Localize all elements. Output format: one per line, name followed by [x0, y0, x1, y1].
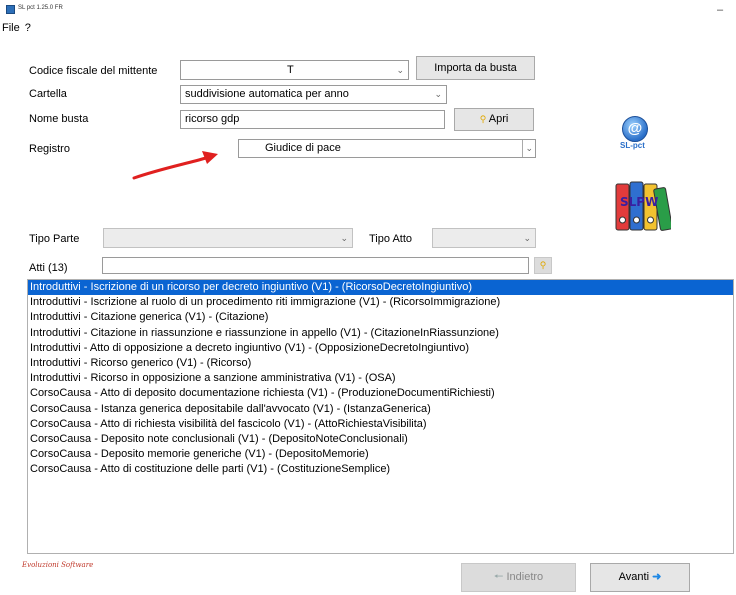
chevron-down-icon: ⌄: [434, 89, 442, 99]
avanti-button[interactable]: Avanti ➜: [590, 563, 690, 592]
tipo-atto-select[interactable]: ⌄: [432, 228, 536, 248]
search-icon: ⚲: [479, 114, 487, 124]
arrow-left-icon: 🠔: [493, 571, 504, 583]
slpct-logo-icon: @: [622, 116, 648, 142]
list-item[interactable]: CorsoCausa - Atto di costituzione delle …: [28, 462, 733, 477]
indietro-button[interactable]: 🠔 Indietro: [461, 563, 576, 592]
registro-label: Registro: [29, 143, 70, 155]
codice-fiscale-value: T: [287, 64, 294, 76]
tipo-atto-label: Tipo Atto: [369, 233, 413, 245]
list-item[interactable]: CorsoCausa - Atto di richiesta visibilit…: [28, 417, 733, 432]
list-item[interactable]: Introduttivi - Atto di opposizione a dec…: [28, 341, 733, 356]
atti-list[interactable]: Introduttivi - Iscrizione di un ricorso …: [27, 279, 734, 554]
registro-select[interactable]: Giudice di pace ⌄: [238, 139, 536, 158]
title-bar: SL pct 1.25.0 FR –: [0, 0, 736, 20]
nome-busta-label: Nome busta: [29, 113, 89, 125]
list-item[interactable]: Introduttivi - Citazione generica (V1) -…: [28, 310, 733, 325]
search-icon: ⚲: [539, 260, 547, 270]
atti-search-button[interactable]: ⚲: [534, 257, 552, 274]
arrow-right-icon: ➜: [652, 571, 662, 583]
chevron-down-icon: ⌄: [522, 140, 533, 157]
list-item[interactable]: Introduttivi - Iscrizione di un ricorso …: [28, 280, 733, 296]
menu-bar: File ?: [0, 22, 31, 34]
minimize-button[interactable]: –: [717, 4, 723, 16]
red-arrow-annotation: [132, 151, 218, 180]
codice-fiscale-label: Codice fiscale del mittente: [29, 65, 158, 77]
list-item[interactable]: Introduttivi - Iscrizione al ruolo di un…: [28, 295, 733, 310]
cartella-select[interactable]: suddivisione automatica per anno ⌄: [180, 85, 447, 104]
list-item[interactable]: CorsoCausa - Istanza generica depositabi…: [28, 402, 733, 417]
chevron-down-icon: ⌄: [340, 233, 348, 243]
binders-logo-icon: SLPW: [615, 181, 671, 231]
list-item[interactable]: CorsoCausa - Deposito note conclusionali…: [28, 432, 733, 447]
list-item[interactable]: Introduttivi - Ricorso generico (V1) - (…: [28, 356, 733, 371]
slpct-logo-text: SL-pct: [620, 141, 645, 150]
indietro-label: Indietro: [506, 571, 544, 583]
atti-filter-input[interactable]: [102, 257, 529, 274]
list-item[interactable]: Introduttivi - Citazione in riassunzione…: [28, 326, 733, 341]
list-item[interactable]: CorsoCausa - Deposito memorie generiche …: [28, 447, 733, 462]
atti-label: Atti (13): [29, 262, 68, 274]
chevron-down-icon: ⌄: [523, 233, 531, 243]
registro-value: Giudice di pace: [265, 142, 341, 154]
importa-da-busta-button[interactable]: Importa da busta: [416, 56, 535, 80]
codice-fiscale-select[interactable]: T ⌄: [180, 60, 409, 80]
apri-button[interactable]: ⚲ Apri: [454, 108, 534, 131]
brand-logo: Evoluzioni Software: [22, 561, 94, 569]
list-item[interactable]: CorsoCausa - Atto di deposito documentaz…: [28, 386, 733, 401]
tipo-parte-select[interactable]: ⌄: [103, 228, 353, 248]
tipo-parte-label: Tipo Parte: [29, 233, 80, 245]
cartella-value: suddivisione automatica per anno: [185, 88, 349, 100]
chevron-down-icon: ⌄: [396, 65, 404, 75]
list-item[interactable]: Introduttivi - Ricorso in opposizione a …: [28, 371, 733, 386]
app-icon: [6, 5, 15, 14]
nome-busta-input[interactable]: ricorso gdp: [180, 110, 445, 129]
menu-file[interactable]: File: [2, 22, 20, 34]
cartella-label: Cartella: [29, 88, 67, 100]
menu-help[interactable]: ?: [25, 22, 31, 34]
window-title: SL pct 1.25.0 FR: [18, 5, 63, 11]
binders-logo-text: SLPW: [620, 195, 658, 209]
apri-label: Apri: [488, 113, 509, 125]
avanti-label: Avanti: [618, 571, 650, 583]
